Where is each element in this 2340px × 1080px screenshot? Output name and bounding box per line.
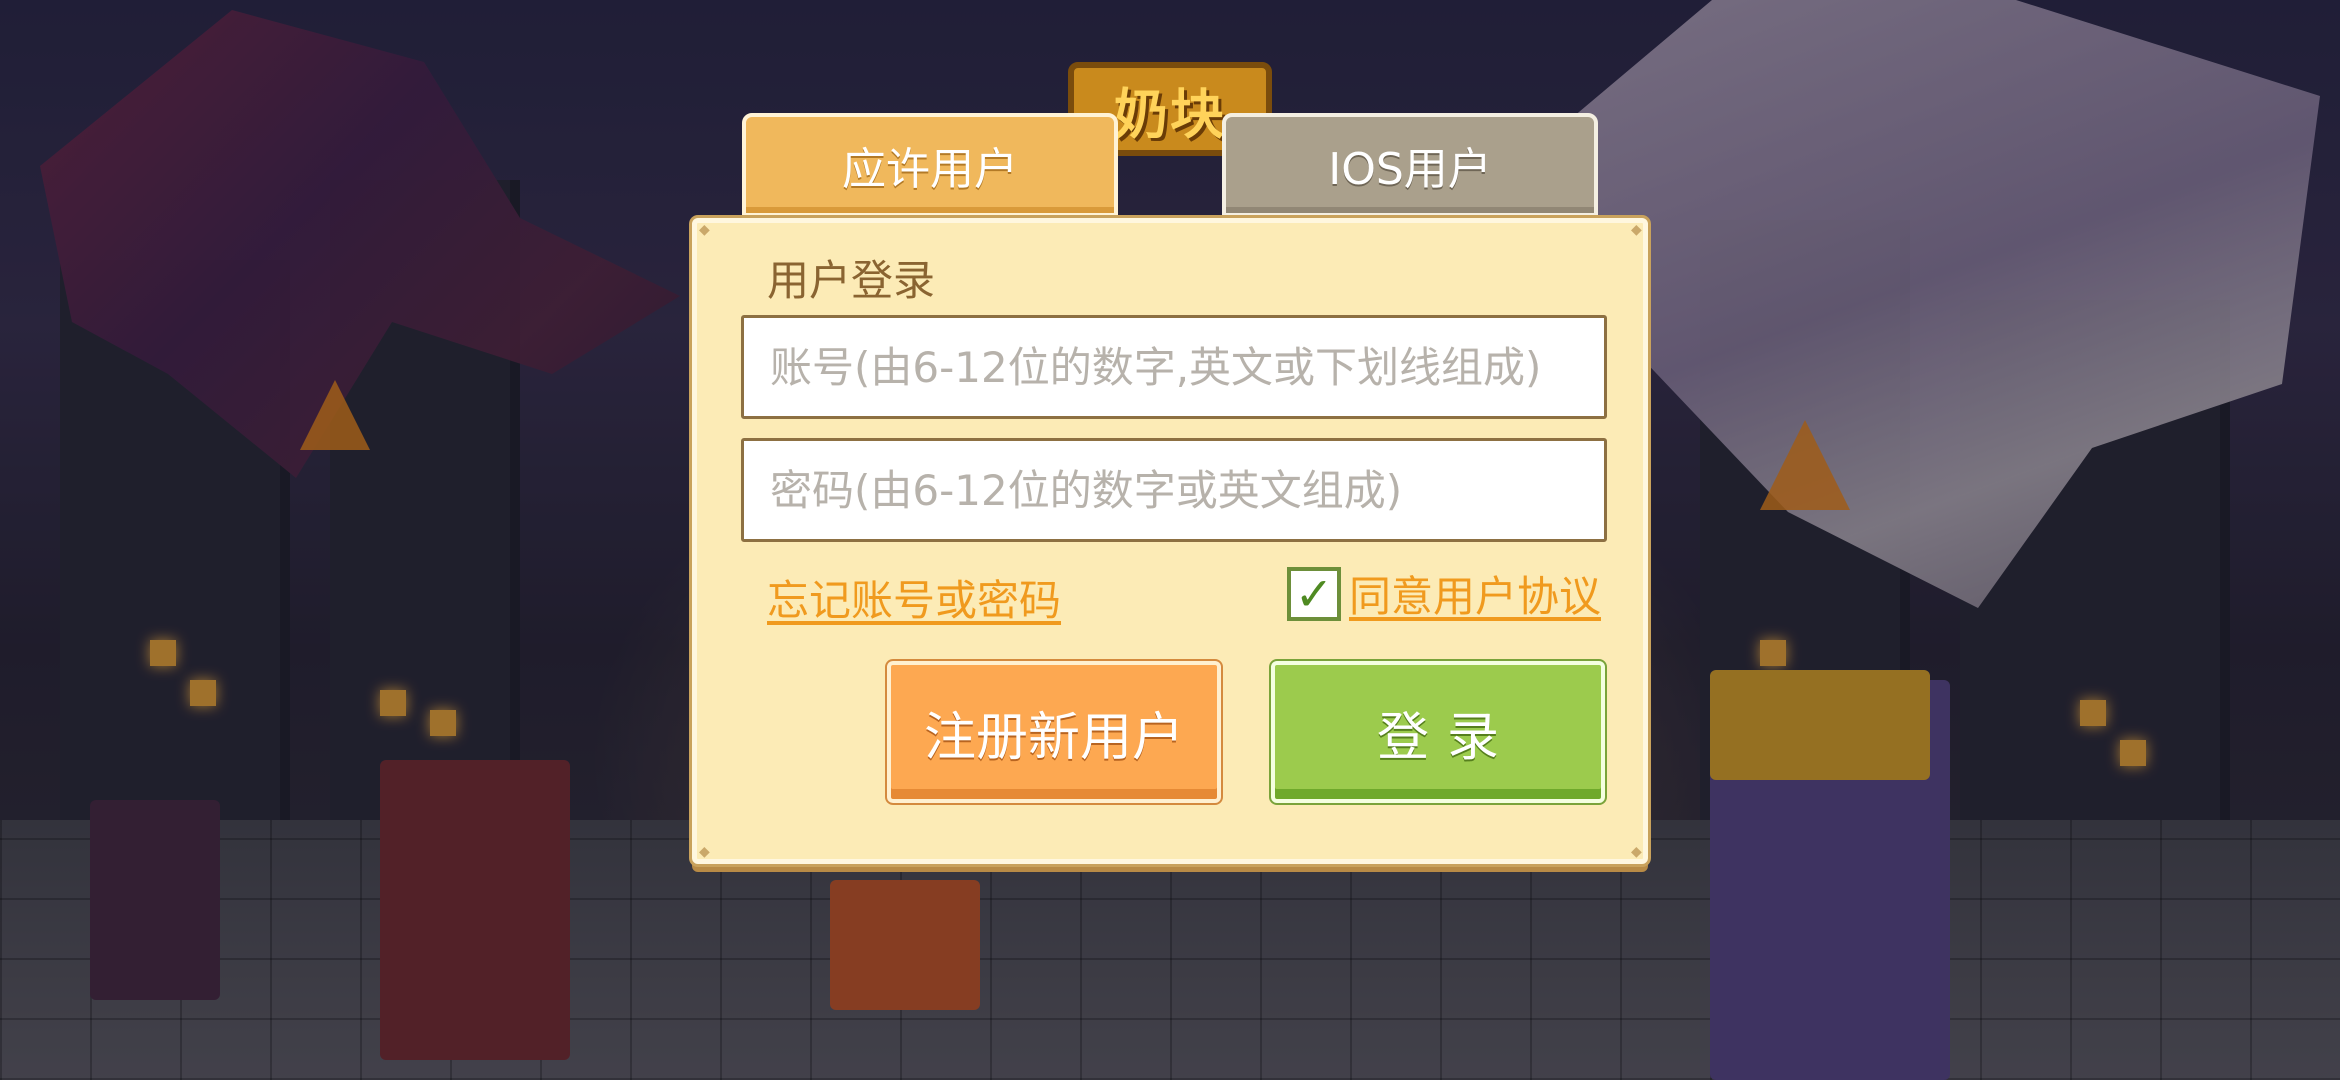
tab-ios-user-label: IOS用户 [1328, 144, 1492, 195]
user-agreement-link[interactable]: 同意用户协议 [1349, 563, 1601, 624]
panel-corner-ornament: ◆ [1631, 222, 1642, 238]
panel-corner-ornament: ◆ [699, 222, 710, 238]
account-input[interactable] [741, 315, 1607, 419]
login-panel: ◆ ◆ ◆ ◆ 用户登录 忘记账号或密码 ✓ 同意用户协议 注册新用户 登录 [692, 218, 1648, 864]
game-logo-text: 奶块 [1114, 82, 1226, 146]
panel-corner-ornament: ◆ [1631, 844, 1642, 860]
register-new-user-button[interactable]: 注册新用户 [887, 661, 1221, 803]
agree-checkbox[interactable]: ✓ [1286, 566, 1341, 621]
password-input[interactable] [741, 438, 1607, 542]
register-button-label: 注册新用户 [923, 707, 1184, 768]
tab-android-user[interactable]: 应许用户 [742, 113, 1118, 217]
panel-title: 用户登录 [767, 256, 936, 305]
login-button-label: 登录 [1376, 707, 1517, 768]
panel-corner-ornament: ◆ [699, 844, 710, 860]
login-button[interactable]: 登录 [1271, 661, 1605, 803]
agree-terms-toggle[interactable]: ✓ 同意用户协议 [1286, 563, 1601, 624]
tab-android-user-label: 应许用户 [842, 144, 1018, 195]
forgot-account-password-link[interactable]: 忘记账号或密码 [767, 567, 1061, 628]
check-mark-icon: ✓ [1294, 566, 1334, 621]
tab-ios-user[interactable]: IOS用户 [1222, 113, 1598, 217]
